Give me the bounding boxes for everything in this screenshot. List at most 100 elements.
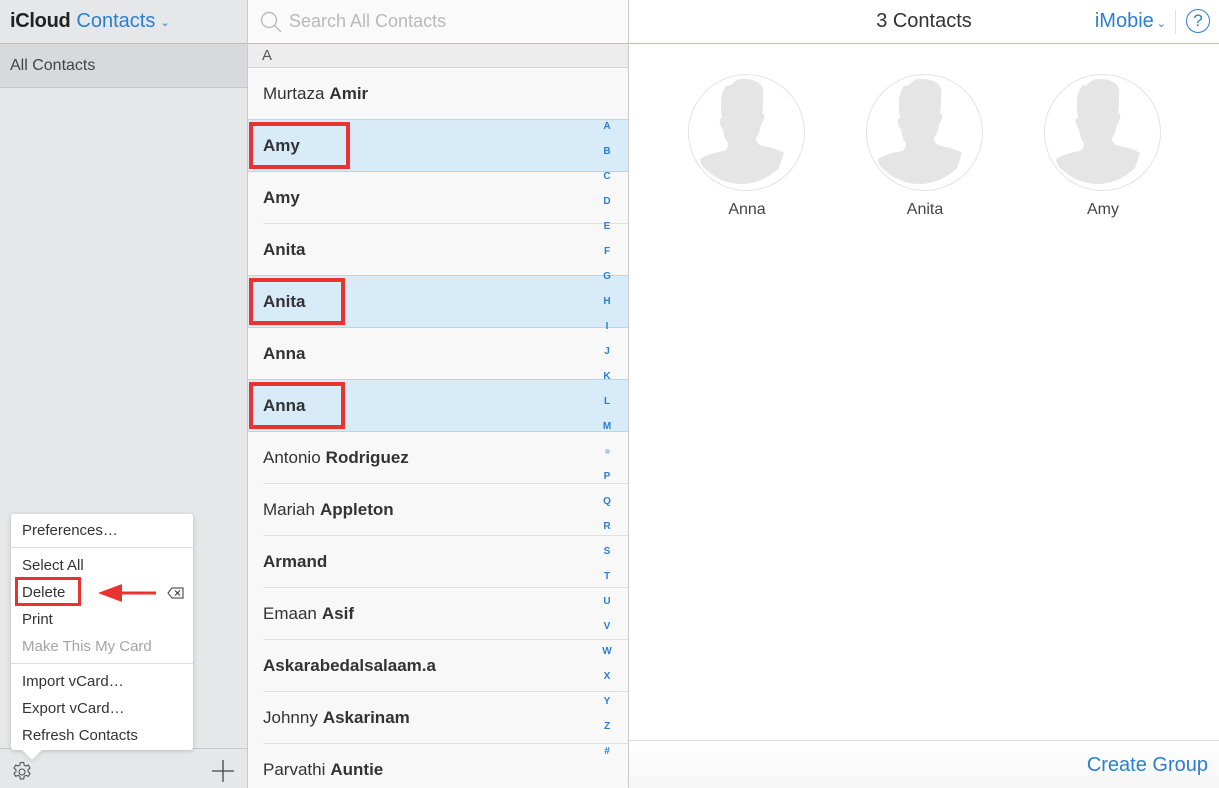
index-letter[interactable]: H [598,289,616,314]
menu-item-preferences[interactable]: Preferences… [11,517,193,544]
contact-name: Amy [263,188,300,207]
contact-first-name: Johnny [263,708,318,727]
contact-row[interactable]: Murtaza Amir [248,68,628,120]
menu-item-label: Select All [22,557,84,574]
menu-item-label: Preferences… [22,522,118,539]
index-letter[interactable]: E [598,214,616,239]
menu-divider [11,547,193,548]
contact-row[interactable]: Antonio Rodriguez [248,432,628,484]
index-letter[interactable]: M [598,414,616,439]
contact-last-name: Amir [329,84,369,103]
menu-item-print[interactable]: Print [11,606,193,633]
index-letter[interactable]: G [598,264,616,289]
account-menu[interactable]: iMobie ⌄ [1095,10,1166,33]
index-dot-icon [604,448,610,454]
menu-item-select-all[interactable]: Select All [11,552,193,579]
alphabet-index: A B C D E F G H I J K L M P Q R S T U V W X Y Z # [598,114,616,764]
help-icon[interactable]: ? [1186,9,1210,33]
menu-item-make-my-card: Make This My Card [11,633,193,660]
contact-row[interactable]: Emaan Asif [248,588,628,640]
contact-card-name: Anita [906,201,944,218]
add-contact-icon[interactable] [211,759,235,783]
menu-item-label: Print [22,611,53,628]
contact-card[interactable]: Amy [1044,74,1162,219]
contact-row[interactable]: Anita [248,224,628,276]
detail-pane: 3 Contacts iMobie ⌄ ? Anna Anita Amy Create… [629,0,1219,788]
index-letter[interactable]: V [598,614,616,639]
index-letter[interactable]: X [598,664,616,689]
contact-row[interactable]: Anna [248,379,628,432]
contact-name: Anna [263,344,306,363]
search-placeholder: Search All Contacts [289,11,447,31]
contact-row[interactable]: Amy [248,172,628,224]
contact-rows: Murtaza Amir Amy Amy Anita Anita Anna Anna Anton… [248,68,628,788]
account-name: iMobie [1094,10,1154,32]
menu-item-import-vcard[interactable]: Import vCard… [11,668,193,695]
menu-item-delete[interactable]: Delete [11,579,193,606]
contact-row[interactable]: Mariah Appleton [248,484,628,536]
contact-row[interactable]: Parvathi Auntie [248,744,628,788]
avatar-placeholder-icon [688,74,805,191]
index-letter[interactable]: U [598,589,616,614]
index-letter[interactable]: S [598,539,616,564]
contact-card-name: Amy [1087,201,1119,218]
app-name: Contacts [76,10,156,32]
contact-first-name: Murtaza [263,84,325,103]
index-letter[interactable]: W [598,639,616,664]
contact-first-name: Emaan [263,604,317,623]
index-letter[interactable]: Q [598,489,616,514]
index-letter[interactable]: I [598,314,616,339]
contact-list-pane: Search All Contacts A Murtaza Amir Amy Amy A… [248,0,629,788]
gear-icon[interactable] [10,760,34,784]
app-switcher[interactable]: Contacts ⌄ [76,10,169,33]
create-group-button[interactable]: Create Group [1087,754,1208,777]
index-letter[interactable]: A [598,114,616,139]
contact-last-name: Rodriguez [325,448,409,467]
index-letter[interactable]: D [598,189,616,214]
contact-card[interactable]: Anna [688,74,806,219]
contact-last-name: Asif [321,604,354,623]
index-letter[interactable]: T [598,564,616,589]
contact-row[interactable]: Askarabedalsalaam.a [248,640,628,692]
index-letter[interactable] [598,439,616,464]
menu-item-refresh-contacts[interactable]: Refresh Contacts [11,722,193,749]
index-letter[interactable]: F [598,239,616,264]
contact-card-name: Anna [728,201,766,218]
search-icon [260,11,282,32]
selected-contact-cards: Anna Anita Amy [688,74,1219,219]
index-letter[interactable]: L [598,389,616,414]
detail-header: 3 Contacts iMobie ⌄ ? [629,0,1219,44]
menu-item-export-vcard[interactable]: Export vCard… [11,695,193,722]
contact-first-name: Parvathi [263,760,326,779]
index-letter[interactable]: Z [598,714,616,739]
index-letter[interactable]: B [598,139,616,164]
search-input[interactable]: Search All Contacts [248,0,628,44]
avatar-placeholder-icon [866,74,983,191]
index-letter[interactable]: C [598,164,616,189]
detail-footer: Create Group [629,740,1219,788]
contact-name: Amy [263,136,300,155]
sidebar-item-label: All Contacts [10,56,96,74]
contact-row[interactable]: Johnny Askarinam [248,692,628,744]
contact-name: Anita [263,240,306,259]
contact-row[interactable]: Anita [248,275,628,328]
index-letter[interactable]: Y [598,689,616,714]
menu-item-label: Export vCard… [22,700,125,717]
menu-divider [11,663,193,664]
contact-row[interactable]: Amy [248,119,628,172]
contact-last-name: Askarinam [322,708,410,727]
contact-name: Askarabedalsalaam.a [263,656,436,675]
index-letter[interactable]: R [598,514,616,539]
contact-row[interactable]: Armand [248,536,628,588]
contact-card[interactable]: Anita [866,74,984,219]
index-letter[interactable]: J [598,339,616,364]
brand-label: iCloud [10,10,71,32]
menu-item-label: Import vCard… [22,673,124,690]
contact-row[interactable]: Anna [248,328,628,380]
chevron-down-icon: ⌄ [1156,18,1166,30]
settings-menu: Preferences… Select All Delete Print Mak… [11,514,193,750]
sidebar-item-all-contacts[interactable]: All Contacts [0,44,247,88]
index-letter[interactable]: # [598,739,616,764]
index-letter[interactable]: K [598,364,616,389]
index-letter[interactable]: P [598,464,616,489]
